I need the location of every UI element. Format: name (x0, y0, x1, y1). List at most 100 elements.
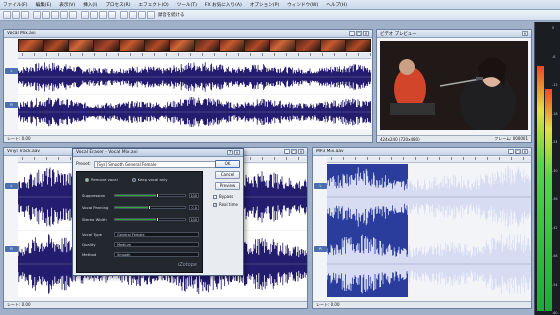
slider-track[interactable] (114, 205, 186, 210)
channel-right-tag[interactable]: R (5, 246, 18, 252)
maximize-icon[interactable]: □ (356, 31, 362, 36)
open-folder-icon[interactable] (12, 11, 20, 19)
ruler-tick (22, 53, 23, 56)
stereo-width-slider[interactable]: Stereo Width 100 (82, 216, 200, 223)
minimize-icon[interactable]: _ (508, 149, 514, 154)
channel-left-tag[interactable]: L (314, 183, 327, 189)
cancel-button[interactable]: Cancel (215, 171, 240, 179)
minimize-icon[interactable]: _ (349, 31, 355, 36)
menu-file[interactable]: ファイル(F) (3, 2, 28, 8)
ruler-tick (46, 157, 47, 160)
close-icon[interactable]: × (234, 150, 240, 155)
mix-icon[interactable] (60, 11, 68, 19)
video-thumbnail-strip[interactable] (18, 39, 371, 52)
menu-view[interactable]: 表示(V) (59, 2, 75, 8)
channel-left-tag[interactable]: L (5, 68, 18, 74)
close-icon[interactable]: × (298, 149, 304, 154)
video-frame[interactable] (380, 41, 528, 130)
minimize-icon[interactable]: _ (284, 149, 290, 154)
vocal-eraser-dialog: Vocal Eraser - Vocal Mix.avi ? × Preset:… (72, 148, 244, 276)
menu-window[interactable]: ウィンドウ(W) (287, 2, 318, 8)
edit-tool-icon[interactable] (120, 11, 128, 19)
waveform-right[interactable] (327, 231, 531, 297)
channel-right-tag[interactable]: R (5, 102, 18, 108)
menu-fx-favorites[interactable]: FX お気に入り(A) (205, 2, 242, 8)
realtime-checkbox[interactable]: ✓ Real time (213, 202, 238, 207)
menu-edit[interactable]: 編集(E) (36, 2, 52, 8)
ruler-tick (58, 157, 59, 160)
waveform-left[interactable] (327, 164, 531, 230)
menu-options[interactable]: オプション(P) (250, 2, 279, 8)
slider-knob[interactable] (148, 205, 151, 210)
close-icon[interactable]: × (363, 31, 369, 36)
channel-right-tag[interactable]: R (314, 246, 327, 252)
vocal-mix-title: Vocal Mix.avi (7, 31, 36, 36)
waveform-left[interactable] (18, 60, 371, 94)
close-icon[interactable]: × (522, 149, 528, 154)
vocal-type-select[interactable]: Vocal Type General Female (82, 231, 200, 238)
slider-knob[interactable] (156, 217, 160, 222)
redo-icon[interactable] (90, 11, 98, 19)
method-select[interactable]: Method Smooth (82, 251, 200, 258)
repeat-icon[interactable] (108, 11, 116, 19)
vocal-mix-titlebar[interactable]: Vocal Mix.avi _ □ × (4, 30, 372, 38)
meter-scale-label: -6 (552, 54, 556, 59)
paste-icon[interactable] (51, 11, 59, 19)
menu-insert[interactable]: 挿入(I) (83, 2, 97, 8)
slider-knob[interactable] (156, 193, 160, 198)
cut-icon[interactable] (33, 11, 41, 19)
frame-readout: フレーム: 000001 (494, 136, 528, 141)
menu-process[interactable]: プロセス(R) (105, 2, 130, 8)
select-value[interactable]: General Female (114, 232, 199, 237)
video-thumbnail (245, 40, 270, 51)
video-preview-titlebar[interactable]: ビデオ プレビュー × (377, 30, 531, 38)
mp3-mix-status: レート: 0.00 (313, 301, 531, 308)
suppression-slider[interactable]: Suppression 100 (82, 192, 200, 199)
waveform-right[interactable] (18, 95, 371, 129)
undo-history-icon[interactable] (99, 11, 107, 19)
bypass-checkbox[interactable]: Bypass (213, 194, 233, 199)
slider-value[interactable]: 100 (189, 217, 199, 222)
ok-button[interactable]: OK (215, 160, 240, 168)
copy-icon[interactable] (42, 11, 50, 19)
preset-dropdown[interactable]: [Sys] Smooth General Female (93, 160, 216, 168)
meter-bar-right (545, 88, 552, 311)
record-icon[interactable] (147, 11, 155, 19)
trim-icon[interactable] (69, 11, 77, 19)
undo-icon[interactable] (81, 11, 89, 19)
remove-vocal-radio[interactable]: Remove vocal (85, 177, 118, 182)
mp3-mix-titlebar[interactable]: MP3 Mix.aav _ □ × (313, 148, 531, 156)
ruler-tick (118, 53, 119, 56)
channel-left-tag[interactable]: L (5, 183, 18, 189)
slider-track[interactable] (114, 217, 186, 222)
timeline-ruler[interactable] (18, 53, 371, 59)
new-file-icon[interactable] (3, 11, 11, 19)
save-icon[interactable] (21, 11, 29, 19)
timeline-ruler[interactable] (327, 157, 531, 163)
dialog-titlebar[interactable]: Vocal Eraser - Vocal Mix.avi ? × (73, 149, 243, 157)
waveform-graphic (327, 233, 531, 295)
select-value[interactable]: Medium (114, 242, 199, 247)
record-continue-label[interactable]: 録音を続ける (158, 12, 184, 18)
pencil-tool-icon[interactable] (138, 11, 146, 19)
quality-select[interactable]: Quality Medium (82, 241, 200, 248)
rate-readout: レート: 0.00 (7, 302, 31, 307)
maximize-icon[interactable]: □ (515, 149, 521, 154)
slider-track[interactable] (114, 193, 186, 198)
ruler-tick (70, 157, 71, 160)
keep-vocal-radio[interactable]: Keep vocal only (131, 177, 168, 182)
ruler-tick (499, 157, 500, 160)
preview-button[interactable]: Preview (215, 182, 240, 190)
video-thumbnail (345, 40, 370, 51)
slider-value[interactable]: 100 (189, 193, 199, 198)
help-icon[interactable]: ? (227, 150, 233, 155)
menu-effects[interactable]: エフェクト(O) (139, 2, 169, 8)
select-value[interactable]: Smooth (114, 252, 199, 257)
slider-value[interactable]: 0.0 (189, 205, 199, 210)
vocal-panning-slider[interactable]: Vocal Panning 0.0 (82, 204, 200, 211)
maximize-icon[interactable]: □ (291, 149, 297, 154)
menu-tools[interactable]: ツール(T) (177, 2, 197, 8)
menu-help[interactable]: ヘルプ(H) (326, 2, 347, 8)
close-icon[interactable]: × (522, 31, 528, 36)
magnify-tool-icon[interactable] (129, 11, 137, 19)
